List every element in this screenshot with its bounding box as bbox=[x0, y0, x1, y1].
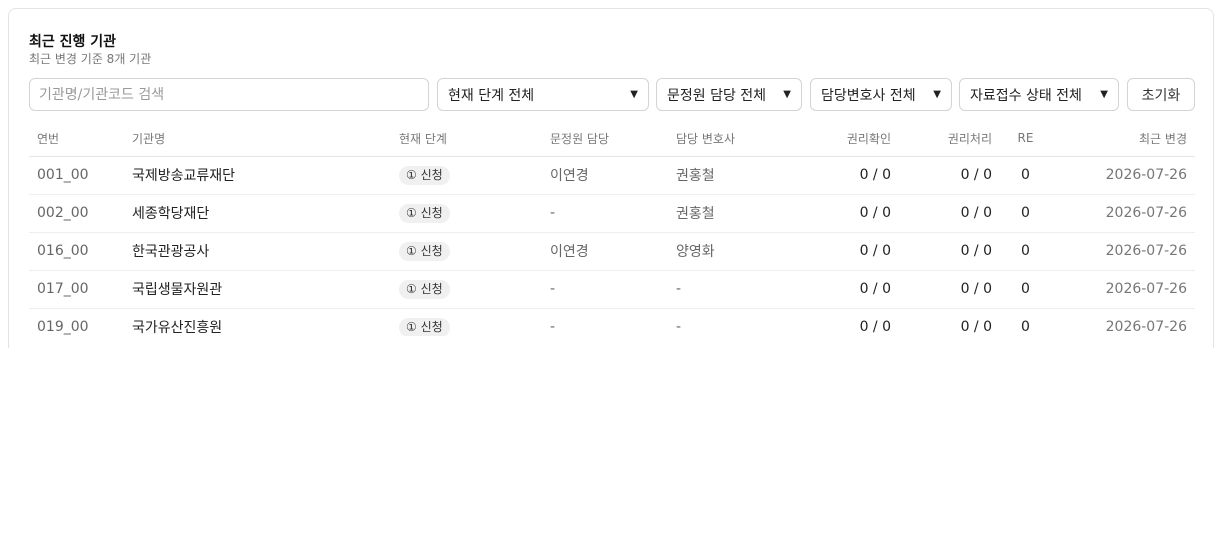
cell-rights-confirm: 0 / 0 bbox=[793, 156, 899, 195]
lawyer-filter-value: 담당변호사 전체 bbox=[821, 87, 916, 104]
filter-toolbar: 현재 단계 전체 ▼ 문정원 담당 전체 ▼ 담당변호사 전체 ▼ 자료접수 상… bbox=[29, 78, 1195, 111]
institutions-table: 연번 기관명 현재 단계 문정원 담당 담당 변호사 권리확인 권리처리 RE … bbox=[29, 121, 1195, 336]
cell-re: 0 bbox=[1000, 270, 1051, 309]
intake-status-filter-select[interactable]: 자료접수 상태 전체 ▼ bbox=[959, 78, 1119, 111]
card-content: 최근 진행 기관 최근 변경 기준 8개 기관 현재 단계 전체 ▼ 문정원 담… bbox=[9, 9, 1213, 336]
cell-name[interactable]: 한국관광공사 bbox=[124, 232, 391, 271]
stage-badge: ① 신청 bbox=[399, 165, 450, 185]
search-input[interactable] bbox=[29, 78, 429, 111]
table-header-row: 연번 기관명 현재 단계 문정원 담당 담당 변호사 권리확인 권리처리 RE … bbox=[29, 121, 1195, 157]
col-header-rights-process[interactable]: 권리처리 bbox=[899, 121, 1000, 157]
cell-rights-process: 0 / 0 bbox=[899, 194, 1000, 233]
cell-name[interactable]: 국립생물자원관 bbox=[124, 270, 391, 309]
cell-stage: ① 신청 bbox=[391, 194, 542, 233]
cell-no: 001_00 bbox=[29, 156, 124, 195]
table-row[interactable]: 019_00 국가유산진흥원 ① 신청 - - 0 / 0 0 / 0 0 20… bbox=[29, 308, 1195, 336]
cell-stage: ① 신청 bbox=[391, 156, 542, 195]
cell-manager: 이연경 bbox=[542, 156, 668, 195]
cell-no: 016_00 bbox=[29, 232, 124, 271]
cell-name[interactable]: 국제방송교류재단 bbox=[124, 156, 391, 195]
col-header-no[interactable]: 연번 bbox=[29, 121, 124, 157]
col-header-name[interactable]: 기관명 bbox=[124, 121, 391, 157]
cell-manager: - bbox=[542, 270, 668, 309]
manager-filter-select[interactable]: 문정원 담당 전체 ▼ bbox=[656, 78, 802, 111]
cell-last-changed: 2026-07-26 bbox=[1051, 194, 1195, 233]
table-row[interactable]: 002_00 세종학당재단 ① 신청 - 권홍철 0 / 0 0 / 0 0 2… bbox=[29, 194, 1195, 233]
table-row[interactable]: 017_00 국립생물자원관 ① 신청 - - 0 / 0 0 / 0 0 20… bbox=[29, 270, 1195, 309]
cell-re: 0 bbox=[1000, 156, 1051, 195]
cell-last-changed: 2026-07-26 bbox=[1051, 232, 1195, 271]
col-header-re[interactable]: RE bbox=[1000, 121, 1051, 157]
cell-no: 002_00 bbox=[29, 194, 124, 233]
chevron-down-icon: ▼ bbox=[1100, 89, 1108, 100]
cell-lawyer: 권홍철 bbox=[668, 156, 793, 195]
cell-name[interactable]: 세종학당재단 bbox=[124, 194, 391, 233]
table-row[interactable]: 001_00 국제방송교류재단 ① 신청 이연경 권홍철 0 / 0 0 / 0… bbox=[29, 156, 1195, 195]
reset-button[interactable]: 초기화 bbox=[1127, 78, 1195, 111]
col-header-rights-confirm[interactable]: 권리확인 bbox=[793, 121, 899, 157]
card-subtitle: 최근 변경 기준 8개 기관 bbox=[29, 52, 152, 66]
stage-badge: ① 신청 bbox=[399, 279, 450, 299]
card-title: 최근 진행 기관 bbox=[29, 34, 117, 50]
cell-re: 0 bbox=[1000, 308, 1051, 336]
cell-lawyer: 권홍철 bbox=[668, 194, 793, 233]
stage-badge: ① 신청 bbox=[399, 241, 450, 261]
cell-rights-confirm: 0 / 0 bbox=[793, 232, 899, 271]
cell-re: 0 bbox=[1000, 232, 1051, 271]
cell-lawyer: - bbox=[668, 270, 793, 309]
col-header-last-changed[interactable]: 최근 변경 bbox=[1051, 121, 1195, 157]
col-header-manager[interactable]: 문정원 담당 bbox=[542, 121, 668, 157]
col-header-stage[interactable]: 현재 단계 bbox=[391, 121, 542, 157]
cell-no: 019_00 bbox=[29, 308, 124, 336]
chevron-down-icon: ▼ bbox=[783, 89, 791, 100]
cell-stage: ① 신청 bbox=[391, 232, 542, 271]
stage-badge: ① 신청 bbox=[399, 203, 450, 223]
stage-badge: ① 신청 bbox=[399, 317, 450, 336]
cell-no: 017_00 bbox=[29, 270, 124, 309]
cell-rights-confirm: 0 / 0 bbox=[793, 194, 899, 233]
cell-last-changed: 2026-07-26 bbox=[1051, 270, 1195, 309]
cell-manager: 이연경 bbox=[542, 232, 668, 271]
cell-stage: ① 신청 bbox=[391, 308, 542, 336]
cell-rights-process: 0 / 0 bbox=[899, 232, 1000, 271]
table-row[interactable]: 016_00 한국관광공사 ① 신청 이연경 양영화 0 / 0 0 / 0 0… bbox=[29, 232, 1195, 271]
cell-rights-process: 0 / 0 bbox=[899, 156, 1000, 195]
manager-filter-value: 문정원 담당 전체 bbox=[667, 87, 767, 104]
stage-filter-value: 현재 단계 전체 bbox=[448, 87, 535, 104]
cell-rights-confirm: 0 / 0 bbox=[793, 308, 899, 336]
chevron-down-icon: ▼ bbox=[630, 89, 638, 100]
cell-last-changed: 2026-07-26 bbox=[1051, 308, 1195, 336]
cell-rights-confirm: 0 / 0 bbox=[793, 270, 899, 309]
cell-rights-process: 0 / 0 bbox=[899, 308, 1000, 336]
cell-re: 0 bbox=[1000, 194, 1051, 233]
col-header-lawyer[interactable]: 담당 변호사 bbox=[668, 121, 793, 157]
cell-manager: - bbox=[542, 194, 668, 233]
cell-last-changed: 2026-07-26 bbox=[1051, 156, 1195, 195]
lawyer-filter-select[interactable]: 담당변호사 전체 ▼ bbox=[810, 78, 952, 111]
cell-name[interactable]: 국가유산진흥원 bbox=[124, 308, 391, 336]
recent-institutions-card: 최근 진행 기관 최근 변경 기준 8개 기관 현재 단계 전체 ▼ 문정원 담… bbox=[8, 8, 1214, 348]
cell-stage: ① 신청 bbox=[391, 270, 542, 309]
cell-manager: - bbox=[542, 308, 668, 336]
intake-status-filter-value: 자료접수 상태 전체 bbox=[970, 87, 1082, 104]
cell-lawyer: 양영화 bbox=[668, 232, 793, 271]
stage-filter-select[interactable]: 현재 단계 전체 ▼ bbox=[437, 78, 649, 111]
chevron-down-icon: ▼ bbox=[933, 89, 941, 100]
cell-lawyer: - bbox=[668, 308, 793, 336]
cell-rights-process: 0 / 0 bbox=[899, 270, 1000, 309]
